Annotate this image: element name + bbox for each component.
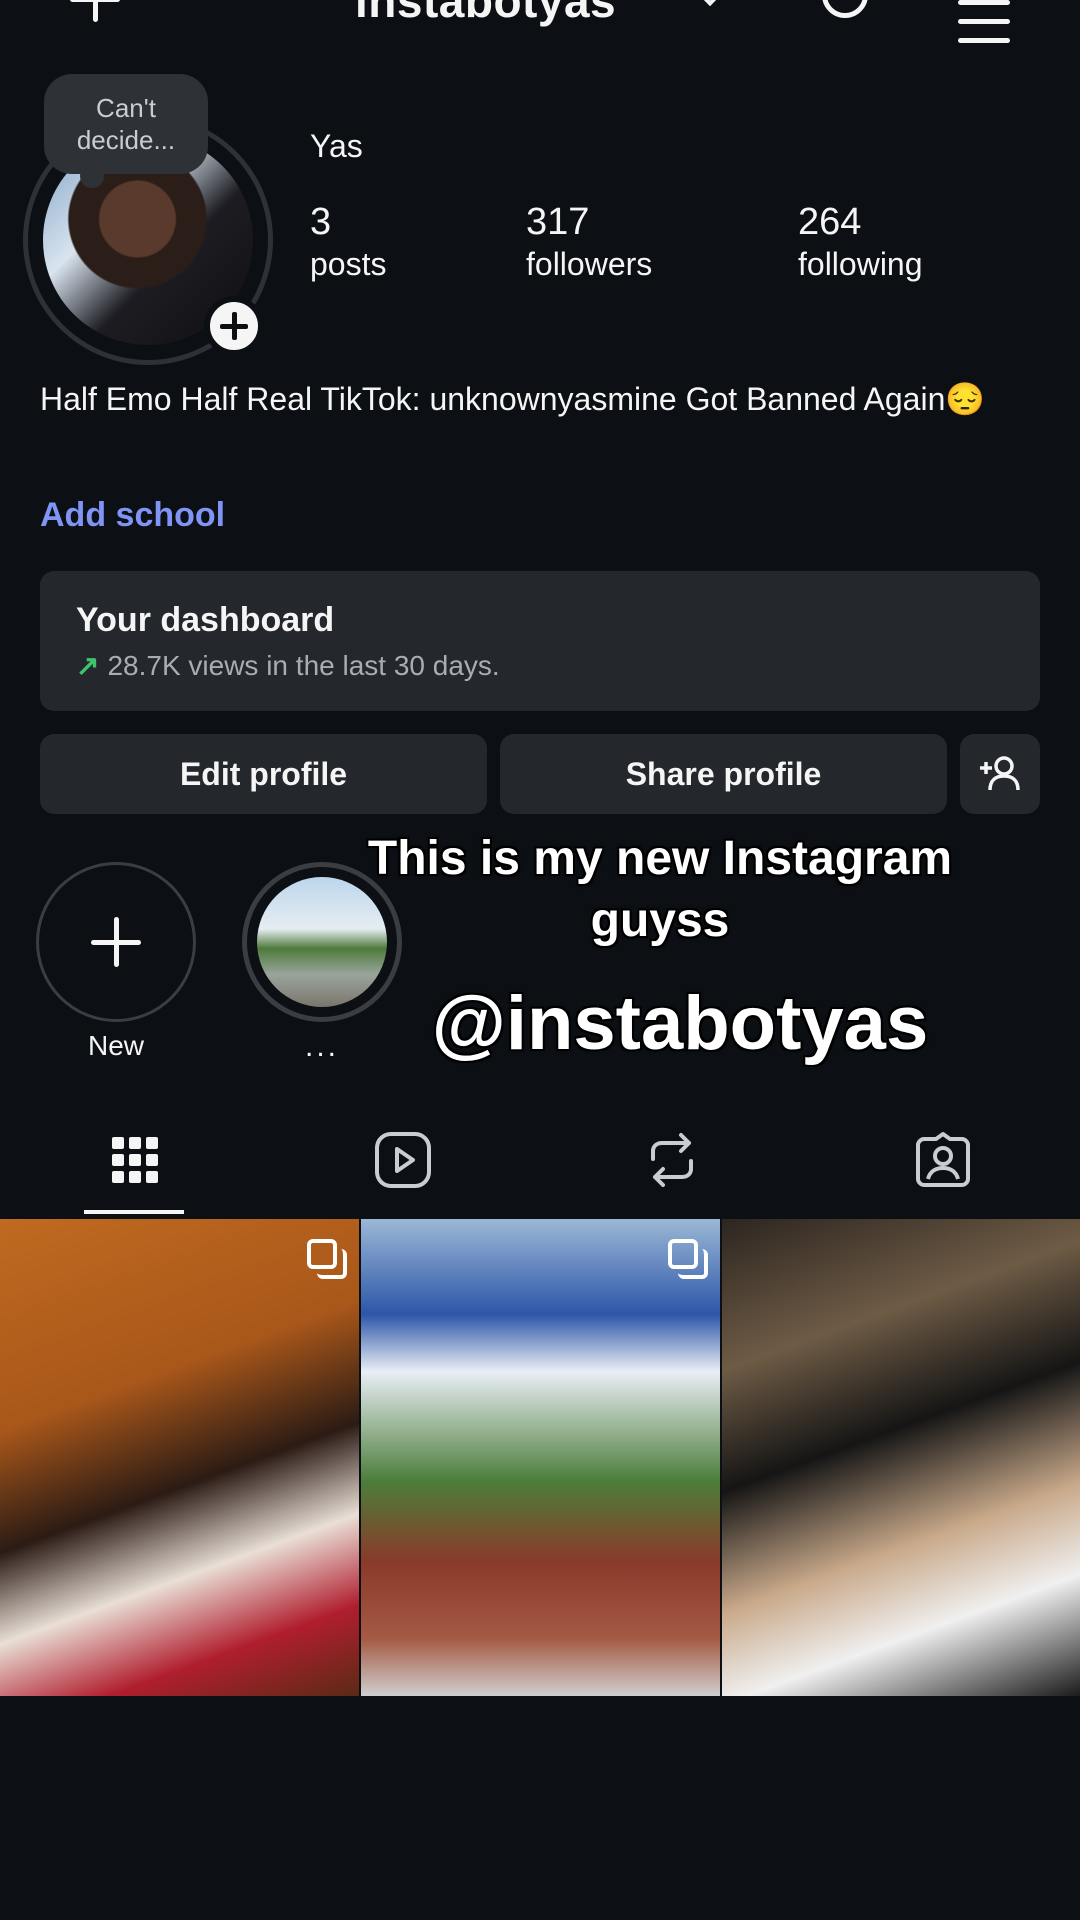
tab-reposts[interactable] bbox=[632, 1120, 712, 1200]
new-highlight-label: New bbox=[87, 1030, 144, 1061]
account-username[interactable]: instabotyas bbox=[355, 0, 616, 28]
tagged-icon bbox=[916, 1132, 970, 1187]
threads-icon[interactable] bbox=[822, 0, 868, 18]
profile-bio: Half Emo Half Real TikTok: unknownyasmin… bbox=[40, 381, 986, 417]
carousel-icon bbox=[307, 1239, 347, 1279]
following-label: following bbox=[798, 246, 923, 282]
followers-count: 317 bbox=[526, 201, 590, 243]
reels-icon bbox=[375, 1132, 431, 1188]
add-person-icon bbox=[980, 756, 1020, 791]
dashboard-title: Your dashboard bbox=[76, 601, 335, 639]
tab-grid[interactable] bbox=[95, 1120, 175, 1200]
repost-icon bbox=[651, 1133, 693, 1187]
following-count: 264 bbox=[798, 201, 862, 243]
menu-icon[interactable] bbox=[958, 0, 1010, 44]
overlay-handle: @instabotyas bbox=[431, 981, 929, 1066]
followers-label: followers bbox=[526, 246, 653, 282]
display-name: Yas bbox=[310, 128, 363, 164]
stat-followers[interactable]: 317 followers bbox=[526, 200, 652, 284]
add-school-link[interactable]: Add school bbox=[40, 496, 225, 535]
carousel-icon bbox=[668, 1239, 708, 1279]
share-profile-button[interactable]: Share profile bbox=[500, 734, 947, 814]
chevron-down-icon[interactable] bbox=[695, 0, 725, 7]
add-person-button[interactable] bbox=[960, 734, 1040, 814]
posts-count: 3 bbox=[310, 201, 332, 243]
dashboard-subtitle: ↗ 28.7K views in the last 30 days. bbox=[76, 649, 500, 682]
dashboard-card[interactable]: Your dashboard ↗ 28.7K views in the last … bbox=[40, 571, 1040, 711]
post-thumbnail-1[interactable] bbox=[0, 1219, 359, 1696]
posts-label: posts bbox=[310, 246, 387, 282]
create-plus-icon[interactable] bbox=[70, 0, 120, 28]
tab-reels[interactable] bbox=[363, 1120, 443, 1200]
tab-tagged[interactable] bbox=[903, 1120, 983, 1200]
grid-icon bbox=[112, 1137, 158, 1183]
top-bar: instabotyas bbox=[0, 0, 1080, 44]
post-thumbnail-2[interactable] bbox=[361, 1219, 720, 1696]
stat-posts[interactable]: 3 posts bbox=[310, 200, 386, 284]
note-bubble[interactable]: Can't decide... bbox=[44, 74, 208, 188]
overlay-caption: This is my new Instagram guyss bbox=[367, 832, 953, 947]
trend-up-icon: ↗ bbox=[76, 650, 100, 681]
new-highlight-button[interactable] bbox=[36, 862, 196, 1022]
dashboard-views-text: 28.7K views in the last 30 days. bbox=[107, 650, 500, 681]
active-tab-indicator bbox=[84, 1210, 184, 1214]
post-thumbnail-3[interactable] bbox=[722, 1219, 1080, 1696]
highlight-story-label: ... bbox=[304, 1030, 339, 1063]
edit-profile-button[interactable]: Edit profile bbox=[40, 734, 487, 814]
add-story-icon[interactable] bbox=[204, 296, 264, 356]
stat-following[interactable]: 264 following bbox=[798, 200, 923, 284]
